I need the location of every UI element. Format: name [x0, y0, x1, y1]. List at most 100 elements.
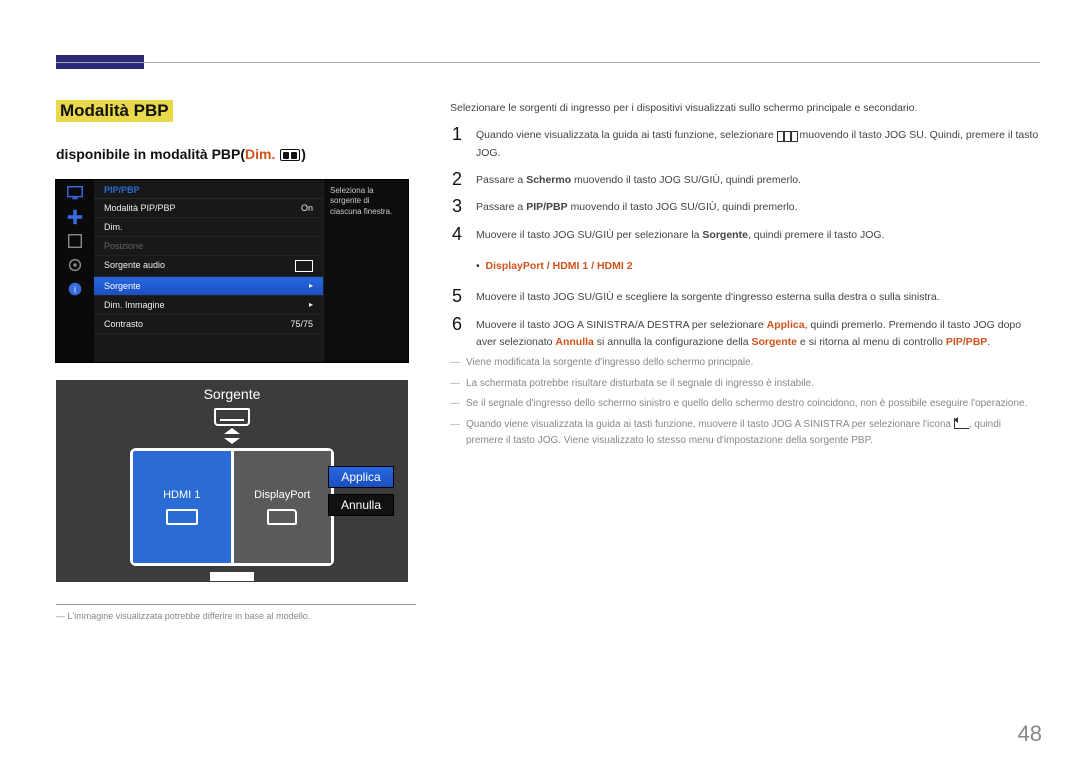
- step-number: 1: [450, 125, 464, 143]
- dialog-buttons: Applica Annulla: [328, 466, 394, 516]
- monitor-left-half: HDMI 1: [133, 451, 231, 563]
- accent-text: Sorgente: [752, 336, 798, 348]
- step-4: 4 Muovere il tasto JOG SU/GIÙ per selezi…: [450, 225, 1040, 244]
- up-down-arrows-icon: [218, 428, 246, 444]
- osd-main: PIP/PBP Modalità PIP/PBP On Dim. Posizion…: [94, 180, 323, 362]
- text: Passare a: [476, 174, 526, 186]
- osd-label: Contrasto: [104, 319, 143, 329]
- step-body: Muovere il tasto JOG SU/GIÙ per selezion…: [476, 225, 1040, 244]
- text: Quando viene visualizzata la guida ai ta…: [466, 419, 954, 430]
- ports-line: • DisplayPort / HDMI 1 / HDMI 2: [476, 258, 1040, 275]
- bold-text: Schermo: [526, 174, 571, 186]
- text: muovendo il tasto JOG SU/GIÙ, quindi pre…: [571, 174, 801, 186]
- intro-text: Selezionare le sorgenti di ingresso per …: [450, 100, 1040, 117]
- step-5: 5 Muovere il tasto JOG SU/GIÙ e sceglier…: [450, 287, 1040, 306]
- step-body: Muovere il tasto JOG SU/GIÙ e scegliere …: [476, 287, 1040, 306]
- step-6: 6 Muovere il tasto JOG A SINISTRA/A DEST…: [450, 315, 1040, 352]
- gear-icon: [65, 256, 85, 274]
- note-1: ―Viene modificata la sorgente d'ingresso…: [450, 355, 1040, 372]
- hdmi-connector-icon: [166, 509, 198, 525]
- osd-row-mode: Modalità PIP/PBP On: [94, 199, 323, 218]
- footnote-rule: [56, 604, 416, 605]
- text: muovendo il tasto JOG SU/GIÙ, quindi pre…: [568, 201, 798, 213]
- step-1: 1 Quando viene visualizzata la guida ai …: [450, 125, 1040, 162]
- image-disclaimer-footnote: ― L'immagine visualizzata potrebbe diffe…: [56, 611, 416, 621]
- svg-text:i: i: [74, 285, 76, 295]
- note-text: Viene modificata la sorgente d'ingresso …: [466, 355, 753, 372]
- osd-label: Sorgente: [104, 281, 141, 291]
- step-number: 6: [450, 315, 464, 333]
- accent-text: PIP/PBP: [946, 336, 987, 348]
- osd-header: PIP/PBP: [94, 180, 323, 199]
- step-body: Muovere il tasto JOG A SINISTRA/A DESTRA…: [476, 315, 1040, 352]
- osd-value: On: [301, 203, 313, 213]
- return-icon: [954, 418, 969, 429]
- displayport-connector-icon: [267, 509, 297, 525]
- osd-label: Modalità PIP/PBP: [104, 203, 176, 213]
- step-number: 3: [450, 197, 464, 215]
- page-number: 48: [1018, 721, 1042, 747]
- pbp-size-icon: [280, 149, 300, 161]
- subtitle-suffix: ): [301, 146, 306, 162]
- step-number: 2: [450, 170, 464, 188]
- dpad-icon: [65, 208, 85, 226]
- left-column: Modalità PBP disponibile in modalità PBP…: [56, 100, 416, 621]
- subtitle: disponibile in modalità PBP(Dim. ): [56, 146, 416, 162]
- text: e si ritorna al menu di controllo: [797, 336, 946, 348]
- osd-label: Dim.: [104, 222, 123, 232]
- cancel-button: Annulla: [328, 494, 394, 516]
- text: Passare a: [476, 201, 526, 213]
- osd-row-contrasto: Contrasto 75/75: [94, 315, 323, 334]
- osd-side-help: Seleziona la sorgente di ciascuna finest…: [323, 180, 408, 362]
- osd-row-posizione: Posizione: [94, 237, 323, 256]
- source-dialog-screenshot: Sorgente HDMI 1 DisplayPort Applica Annu…: [56, 380, 408, 582]
- osd-menu-screenshot: i PIP/PBP Modalità PIP/PBP On Dim. Posizi…: [56, 180, 408, 362]
- text: , quindi premere il tasto JOG.: [748, 229, 885, 241]
- monitor-icon: [65, 184, 85, 202]
- osd-label: Posizione: [104, 241, 143, 251]
- osd-row-dimimg: Dim. Immagine▸: [94, 296, 323, 315]
- monitor-right-half: DisplayPort: [231, 451, 332, 563]
- osd-row-sorgente: Sorgente ▸: [94, 277, 323, 296]
- apply-button: Applica: [328, 466, 394, 488]
- text: si annulla la configurazione della: [594, 336, 752, 348]
- text: .: [987, 336, 990, 348]
- text: Muovere il tasto JOG A SINISTRA/A DESTRA…: [476, 319, 767, 331]
- osd-row-dim: Dim.: [94, 218, 323, 237]
- right-source-label: DisplayPort: [254, 489, 310, 501]
- chevron-right-icon: ▸: [309, 281, 313, 291]
- hdmi-port-icon: [214, 408, 250, 426]
- accent-text: Annulla: [555, 336, 594, 348]
- bold-text: PIP/PBP: [526, 201, 567, 213]
- subtitle-dim: Dim.: [245, 146, 275, 162]
- osd-label: Sorgente audio: [104, 260, 165, 272]
- step-body: Quando viene visualizzata la guida ai ta…: [476, 125, 1040, 162]
- step-list: 1 Quando viene visualizzata la guida ai …: [450, 125, 1040, 351]
- note-text: Quando viene visualizzata la guida ai ta…: [466, 417, 1040, 450]
- step-body: Passare a PIP/PBP muovendo il tasto JOG …: [476, 197, 1040, 216]
- note-text: Se il segnale d'ingresso dello schermo s…: [466, 396, 1027, 413]
- header-rule: [56, 62, 1040, 63]
- step-body: Passare a Schermo muovendo il tasto JOG …: [476, 170, 1040, 189]
- bold-text: Sorgente: [702, 229, 748, 241]
- dialog-title: Sorgente: [204, 386, 261, 402]
- function-key-icon: [777, 131, 797, 141]
- monitor-outline-icon: HDMI 1 DisplayPort: [130, 448, 334, 566]
- step-number: 5: [450, 287, 464, 305]
- info-icon: i: [65, 280, 85, 298]
- note-2: ―La schermata potrebbe risultare disturb…: [450, 376, 1040, 393]
- section-title: Modalità PBP: [56, 100, 173, 122]
- osd-label: Dim. Immagine: [104, 300, 165, 310]
- right-column: Selezionare le sorgenti di ingresso per …: [450, 100, 1040, 450]
- note-3: ―Se il segnale d'ingresso dello schermo …: [450, 396, 1040, 413]
- note-4: ―Quando viene visualizzata la guida ai t…: [450, 417, 1040, 450]
- osd-value: 75/75: [290, 319, 313, 329]
- accent-text: Applica: [767, 319, 805, 331]
- step-2: 2 Passare a Schermo muovendo il tasto JO…: [450, 170, 1040, 189]
- footnote-text: L'immagine visualizzata potrebbe differi…: [68, 611, 311, 621]
- osd-nav: i: [56, 180, 94, 362]
- text: Quando viene visualizzata la guida ai ta…: [476, 129, 777, 141]
- square-icon: [65, 232, 85, 250]
- subtitle-prefix: disponibile in modalità PBP(: [56, 146, 245, 162]
- left-source-label: HDMI 1: [163, 489, 200, 501]
